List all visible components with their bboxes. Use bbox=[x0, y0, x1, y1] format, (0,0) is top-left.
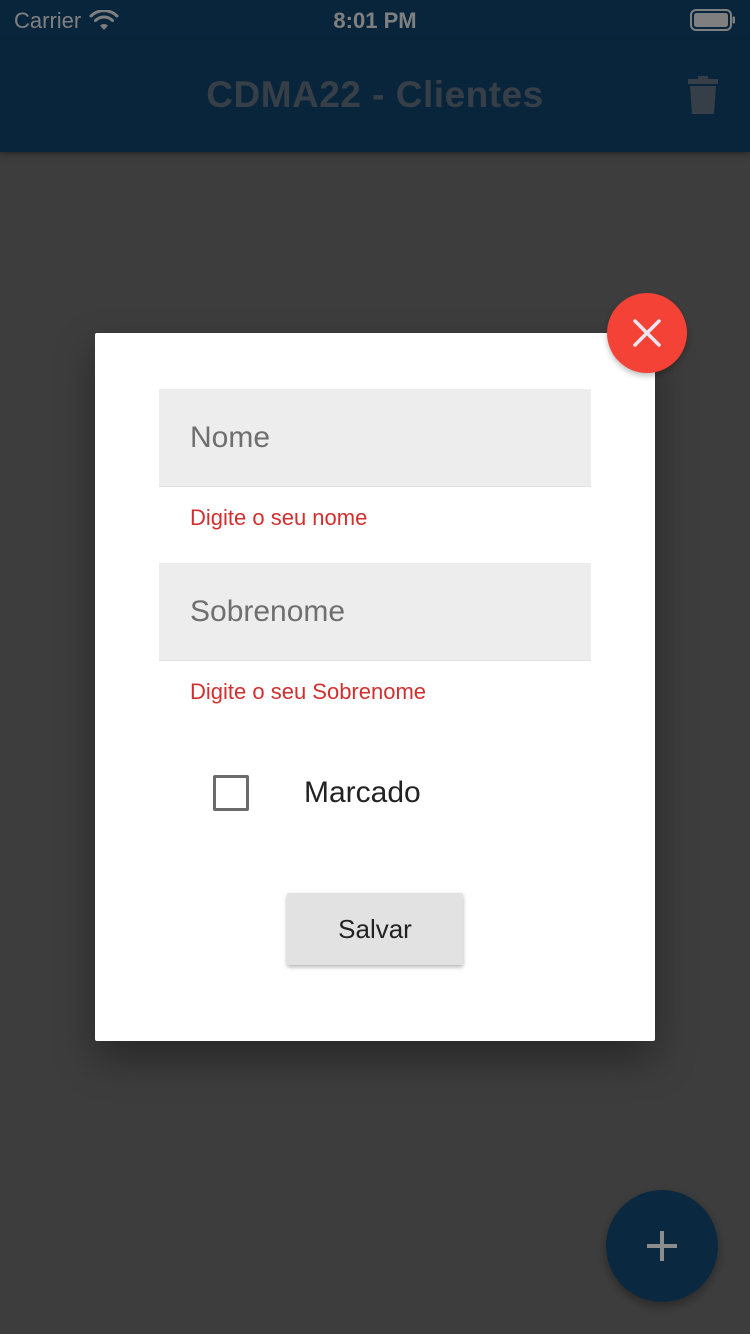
plus-icon bbox=[647, 1231, 677, 1261]
close-dialog-button[interactable] bbox=[607, 293, 687, 373]
name-error: Digite o seu nome bbox=[190, 505, 368, 530]
add-client-button[interactable] bbox=[606, 1190, 718, 1302]
name-input[interactable] bbox=[159, 389, 591, 486]
surname-input[interactable] bbox=[159, 563, 591, 660]
marked-checkbox-row[interactable]: Marcado bbox=[213, 775, 421, 811]
close-icon bbox=[633, 319, 661, 347]
client-form-dialog: Digite o seu nome Digite o seu Sobrenome… bbox=[95, 333, 655, 1041]
marked-checkbox[interactable] bbox=[213, 775, 249, 811]
marked-checkbox-label: Marcado bbox=[304, 776, 421, 809]
save-button[interactable]: Salvar bbox=[287, 893, 463, 965]
name-field[interactable] bbox=[159, 389, 591, 487]
surname-field[interactable] bbox=[159, 563, 591, 661]
surname-error: Digite o seu Sobrenome bbox=[190, 679, 427, 704]
